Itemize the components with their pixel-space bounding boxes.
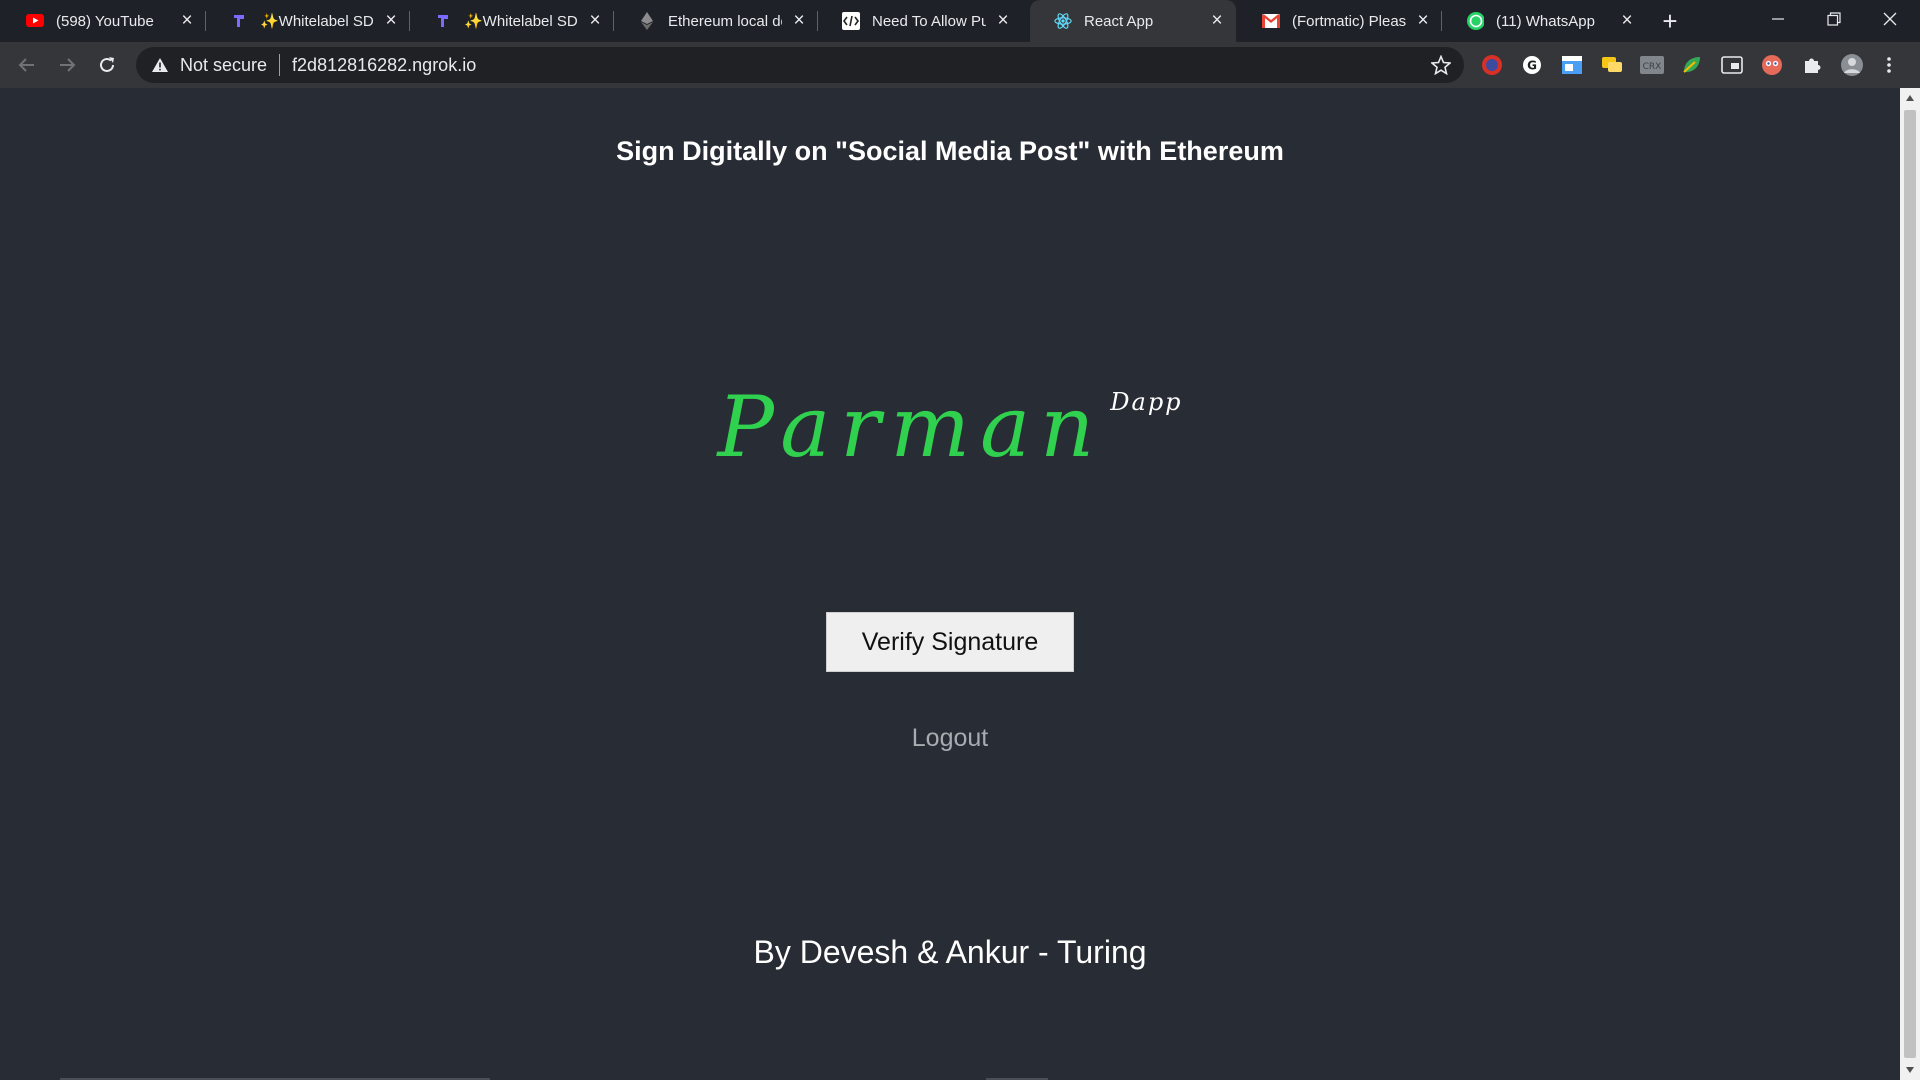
extension-window-icon[interactable] (1560, 53, 1584, 77)
magic-link-icon (434, 12, 452, 30)
restore-icon (1827, 12, 1841, 26)
youtube-icon (26, 12, 44, 30)
restore-button[interactable] (1806, 0, 1862, 38)
tab-title: (Fortmatic) Please (1292, 12, 1406, 30)
close-icon[interactable]: × (382, 10, 400, 31)
tab-title: Ethereum local de (668, 12, 782, 30)
footer-credits: By Devesh & Ankur - Turing (753, 934, 1147, 970)
address-divider (279, 54, 281, 76)
tab-youtube[interactable]: (598) YouTube × (2, 0, 206, 42)
whatsapp-icon (1466, 12, 1484, 30)
tab-title: Need To Allow Pu (872, 12, 986, 30)
close-icon[interactable]: × (1208, 10, 1226, 31)
tab-ethereum-local[interactable]: Ethereum local de × (614, 0, 818, 42)
tab-title: (598) YouTube (56, 12, 154, 30)
more-menu-icon[interactable] (1882, 53, 1896, 77)
tab-need-to-allow[interactable]: Need To Allow Pu × (818, 0, 1022, 42)
close-icon (1883, 12, 1897, 26)
extension-face-icon[interactable] (1760, 53, 1784, 77)
vertical-scrollbar[interactable] (1900, 88, 1920, 1080)
tab-title: React App (1084, 12, 1154, 30)
logo-text: Parman (717, 378, 1105, 476)
back-button[interactable] (12, 50, 42, 80)
address-bar[interactable]: Not secure f2d812816282.ngrok.io (136, 47, 1464, 83)
verify-signature-button[interactable]: Verify Signature (826, 612, 1074, 672)
svg-text:G: G (1527, 59, 1537, 73)
bookmark-star-icon[interactable] (1430, 54, 1452, 76)
url-text[interactable]: f2d812816282.ngrok.io (292, 55, 476, 76)
extension-grammar-icon[interactable]: G (1520, 53, 1544, 77)
new-tab-button[interactable]: + (1655, 6, 1685, 36)
tab-title: ✨Whitelabel SDK (260, 13, 374, 30)
extension-shield-icon[interactable] (1480, 53, 1504, 77)
tab-fortmatic-gmail[interactable]: (Fortmatic) Please × (1238, 0, 1442, 42)
close-icon[interactable]: × (1414, 10, 1432, 31)
scroll-down-arrow-icon[interactable] (1904, 1064, 1916, 1076)
close-window-button[interactable] (1862, 0, 1918, 38)
close-icon[interactable]: × (178, 10, 196, 31)
tab-whitelabel-sdk-2[interactable]: ✨Whitelabel SDK × (410, 0, 614, 42)
tab-whitelabel-sdk-1[interactable]: ✨Whitelabel SDK × (206, 0, 410, 42)
svg-text:CRX: CRX (1643, 62, 1662, 72)
security-status[interactable]: Not secure (180, 55, 267, 76)
extension-crx-icon[interactable]: CRX (1640, 53, 1664, 77)
profile-avatar[interactable] (1840, 53, 1864, 77)
reload-button[interactable] (92, 50, 122, 80)
tab-whatsapp[interactable]: (11) WhatsApp × (1442, 0, 1646, 42)
page-content: Sign Digitally on "Social Media Post" wi… (0, 88, 1900, 1080)
extension-cast-icon[interactable] (1720, 53, 1744, 77)
tab-react-app[interactable]: React App × (1030, 0, 1236, 42)
forward-button[interactable] (52, 50, 82, 80)
magic-link-icon (230, 12, 248, 30)
close-icon[interactable]: × (586, 10, 604, 31)
page-title: Sign Digitally on "Social Media Post" wi… (616, 136, 1284, 166)
extension-chat-icon[interactable] (1600, 53, 1624, 77)
arrow-right-icon (60, 58, 76, 72)
browser-toolbar: Not secure f2d812816282.ngrok.io G CRX (0, 42, 1920, 88)
ethereum-icon (638, 12, 656, 30)
browser-tab-strip: (598) YouTube × ✨Whitelabel SDK × ✨White… (0, 0, 1920, 42)
tab-title: ✨Whitelabel SDK (464, 13, 578, 30)
arrow-left-icon (18, 58, 34, 72)
warning-icon[interactable] (150, 55, 170, 75)
close-icon[interactable]: × (790, 10, 808, 31)
extension-leaf-icon[interactable] (1680, 53, 1704, 77)
logout-link[interactable]: Logout (0, 724, 1900, 753)
close-icon[interactable]: × (1618, 10, 1636, 31)
minimize-icon (1772, 18, 1784, 20)
extensions-puzzle-icon[interactable] (1800, 53, 1824, 77)
app-logo: Parman Dapp (0, 378, 1900, 476)
react-icon (1054, 12, 1072, 30)
minimize-button[interactable] (1750, 0, 1806, 38)
gmail-icon (1262, 12, 1280, 30)
scroll-up-arrow-icon[interactable] (1904, 92, 1916, 104)
tab-title: (11) WhatsApp (1496, 12, 1595, 30)
code-icon (842, 12, 860, 30)
logo-superscript: Dapp (1110, 388, 1183, 416)
close-icon[interactable]: × (994, 10, 1012, 31)
reload-icon (100, 57, 114, 72)
scrollbar-thumb[interactable] (1904, 110, 1916, 1058)
